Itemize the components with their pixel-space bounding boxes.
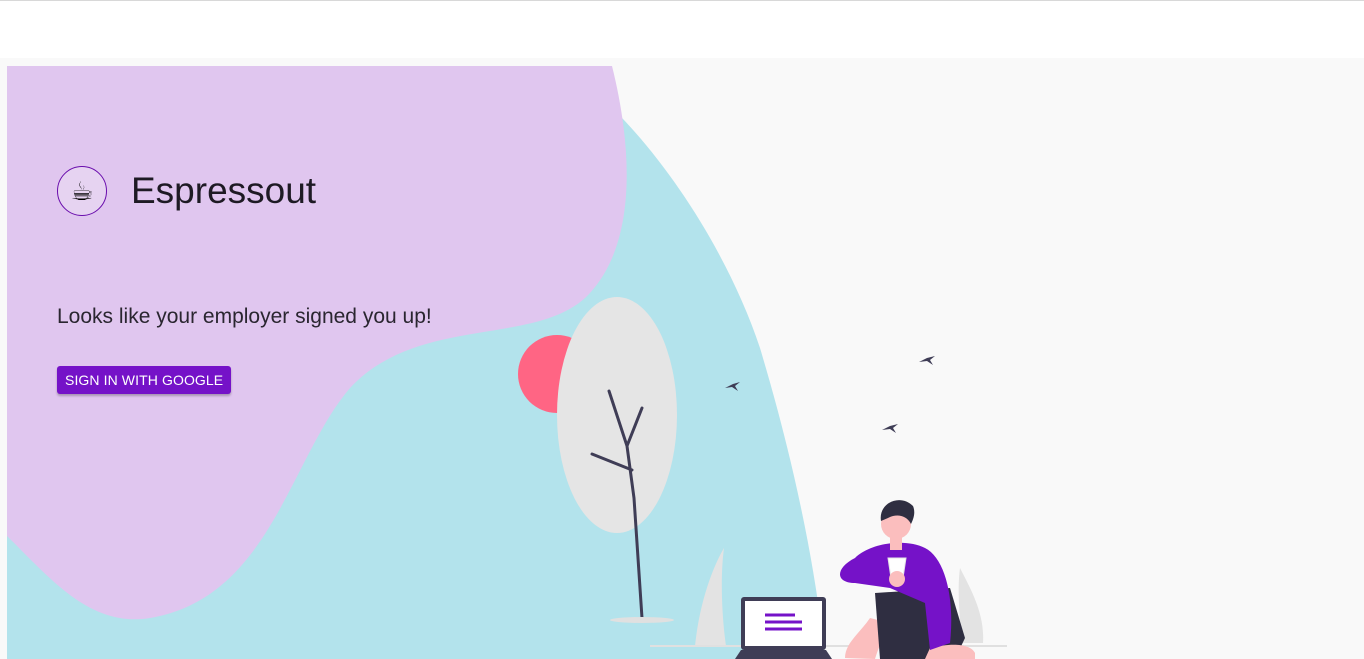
app-title: Espressout [131, 170, 317, 211]
coffee-logo-icon: ☕ [57, 166, 107, 216]
person-icon [840, 500, 975, 659]
sign-in-with-google-button[interactable]: SIGN IN WITH GOOGLE [57, 366, 232, 394]
coffee-cup-icon [887, 557, 907, 587]
logo-glyph: ☕ [70, 175, 94, 206]
brand-header: ☕ Espressout [57, 166, 316, 216]
laptop-icon [735, 597, 832, 659]
header-bar [0, 1, 1364, 58]
signup-message: Looks like your employer signed you up! [57, 305, 432, 328]
landing-stage: ☕ Espressout Looks like your employer si… [0, 58, 1364, 659]
background-illustration [7, 66, 1007, 659]
